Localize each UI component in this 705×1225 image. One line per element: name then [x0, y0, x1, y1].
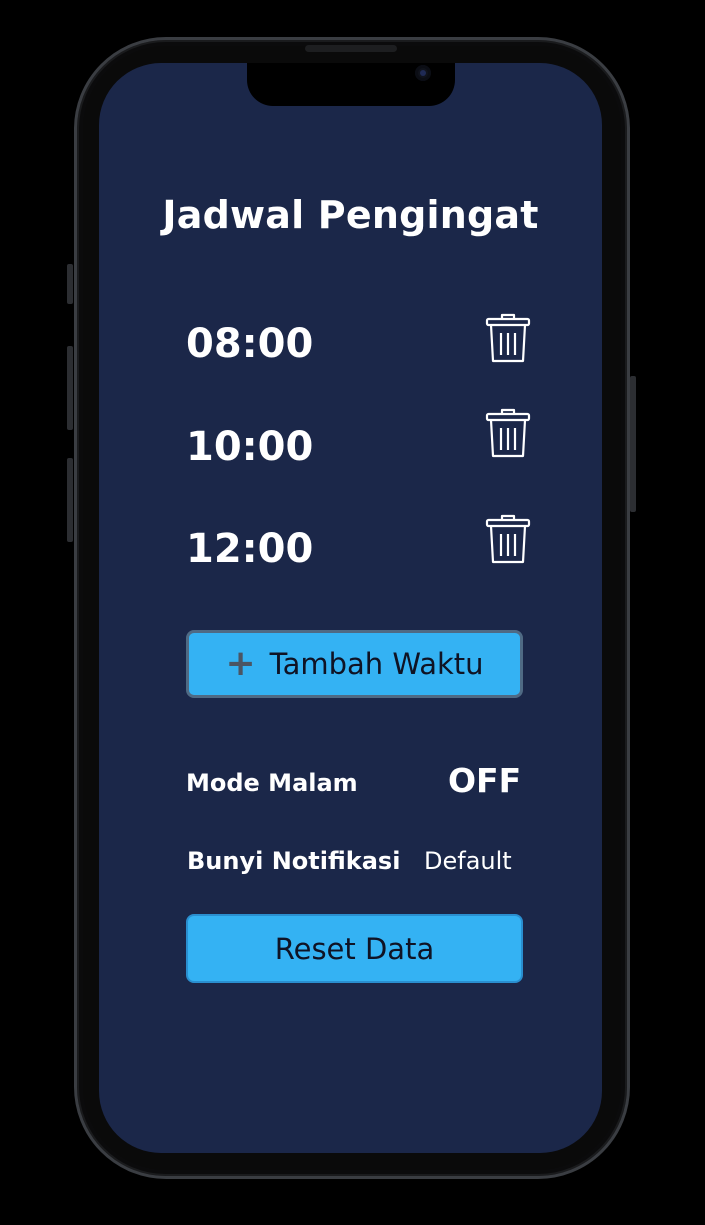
notification-sound-label: Bunyi Notifikasi	[187, 847, 401, 875]
add-time-label: Tambah Waktu	[269, 647, 484, 681]
page-title: Jadwal Pengingat	[162, 193, 539, 237]
notification-sound-select[interactable]: Default	[424, 847, 512, 875]
reminder-row: 12:00	[186, 514, 531, 574]
volume-down-button	[67, 458, 73, 542]
plus-icon: +	[225, 643, 256, 684]
reminder-time: 12:00	[186, 526, 314, 572]
trash-icon[interactable]	[485, 514, 531, 564]
stage: Jadwal Pengingat 08:00 10:00 12:00 + Tam…	[0, 0, 705, 1225]
trash-icon[interactable]	[485, 313, 531, 363]
reminder-row: 10:00	[186, 408, 531, 470]
power-button	[630, 376, 636, 512]
volume-up-button	[67, 346, 73, 430]
camera-icon	[415, 65, 431, 81]
add-time-button[interactable]: + Tambah Waktu	[186, 630, 523, 698]
speaker-slot	[305, 45, 397, 52]
reset-data-label: Reset Data	[274, 931, 435, 966]
notch	[247, 63, 455, 106]
reminder-time: 08:00	[186, 321, 314, 367]
app-screen: Jadwal Pengingat 08:00 10:00 12:00 + Tam…	[99, 63, 602, 1153]
reminder-row: 08:00	[186, 313, 531, 373]
trash-icon[interactable]	[485, 408, 531, 458]
night-mode-label: Mode Malam	[186, 769, 358, 797]
reset-data-button[interactable]: Reset Data	[186, 914, 523, 983]
reminder-time: 10:00	[186, 424, 314, 470]
mute-switch	[67, 264, 73, 304]
night-mode-toggle[interactable]: OFF	[448, 761, 521, 800]
